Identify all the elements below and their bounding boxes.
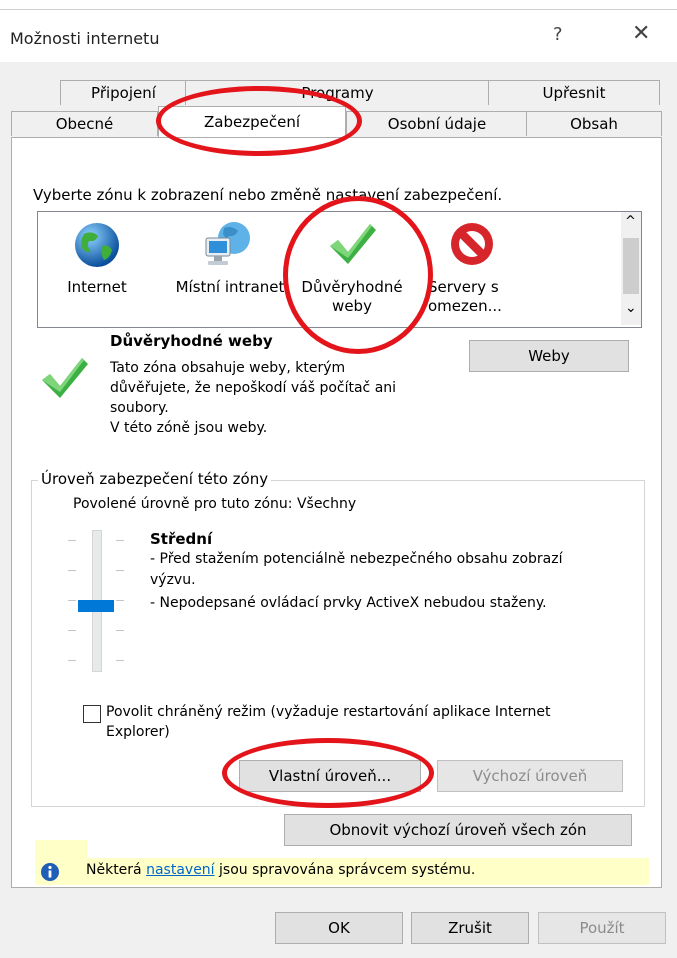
tab-obsah[interactable]: Obsah: [526, 111, 662, 136]
slider-tick: [68, 660, 76, 661]
slider-tick: [116, 600, 124, 601]
close-button[interactable]: ✕: [632, 21, 650, 46]
zone-desc-line2: důvěřujete, že nepoškodí váš počítač ani: [110, 380, 397, 396]
zone-desc-line4: V této zóně jsou weby.: [110, 420, 268, 436]
window-title: Možnosti internetu: [10, 29, 160, 48]
info-icon: [40, 862, 60, 882]
info-prefix: Některá: [86, 862, 147, 878]
slider-tick: [68, 540, 76, 541]
info-bar-highlight: [35, 840, 87, 860]
zone-list-scrollbar[interactable]: ^ ⌄: [621, 212, 641, 325]
slider-tick: [116, 660, 124, 661]
tab-osobni-udaje[interactable]: Osobní údaje: [346, 111, 528, 136]
level-name: Střední: [150, 530, 213, 548]
slider-tick: [116, 540, 124, 541]
slider-tick: [68, 570, 76, 571]
help-button[interactable]: ?: [553, 24, 563, 45]
annotation-circle-zone: [283, 196, 433, 354]
slider-thumb[interactable]: [78, 600, 114, 612]
checkmark-icon: [38, 352, 90, 404]
annotation-circle-tab: [156, 86, 362, 156]
intranet-icon: [202, 218, 256, 272]
tab-obecne[interactable]: Obecné: [11, 111, 158, 136]
reset-all-zones-button[interactable]: Obnovit výchozí úroveň všech zón: [284, 814, 632, 846]
zone-desc-line1: Tato zóna obsahuje weby, kterým: [110, 360, 346, 376]
zone-restricted-label-2[interactable]: omezen...: [428, 297, 516, 316]
managed-settings-link[interactable]: nastavení: [146, 862, 214, 878]
slider-tick: [68, 600, 76, 601]
scroll-down-icon[interactable]: ⌄: [625, 300, 637, 316]
zone-internet-label[interactable]: Internet: [58, 278, 136, 297]
zone-title: Důvěryhodné weby: [110, 332, 273, 350]
info-suffix: jsou spravována správcem systému.: [214, 862, 476, 878]
globe-icon: [72, 220, 122, 270]
sites-button[interactable]: Weby: [469, 340, 629, 372]
scroll-thumb[interactable]: [623, 238, 639, 294]
scroll-up-icon[interactable]: ^: [625, 214, 636, 229]
annotation-circle-custom-level: [222, 738, 434, 808]
slider-tick: [68, 630, 76, 631]
title-bar-border: [0, 9, 677, 10]
cancel-button[interactable]: Zrušit: [411, 912, 529, 944]
tab-pripojeni[interactable]: Připojení: [60, 80, 187, 105]
protected-mode-checkbox[interactable]: [83, 705, 101, 723]
protected-mode-label-1[interactable]: Povolit chráněný režim (vyžaduje restart…: [106, 704, 551, 720]
slider-tick: [116, 630, 124, 631]
zone-desc-line3: soubory.: [110, 400, 169, 416]
slider-tick: [116, 570, 124, 571]
protected-mode-label-2[interactable]: Explorer): [106, 724, 170, 740]
ok-button[interactable]: OK: [275, 912, 403, 944]
default-level-button[interactable]: Výchozí úroveň: [437, 760, 623, 792]
apply-button[interactable]: Použít: [538, 912, 666, 944]
group-title: Úroveň zabezpečení této zóny: [38, 470, 272, 488]
zone-intranet-label[interactable]: Místní intranet: [160, 278, 300, 297]
zone-restricted-label-1[interactable]: Servery s: [428, 278, 516, 297]
level-desc-1b: výzvu.: [150, 572, 196, 588]
info-text: Některá nastavení jsou spravována správc…: [86, 862, 475, 878]
security-level-slider[interactable]: [66, 530, 126, 672]
level-desc-2: - Nepodepsané ovládací prvky ActiveX neb…: [150, 595, 547, 611]
zone-prompt: Vyberte zónu k zobrazení nebo změně nast…: [33, 186, 503, 204]
level-desc-1a: - Před stažením potenciálně nebezpečného…: [150, 551, 563, 567]
tab-upresnit[interactable]: Upřesnit: [488, 80, 660, 105]
restricted-icon: [448, 220, 496, 268]
allowed-levels: Povolené úrovně pro tuto zónu: Všechny: [73, 496, 357, 512]
